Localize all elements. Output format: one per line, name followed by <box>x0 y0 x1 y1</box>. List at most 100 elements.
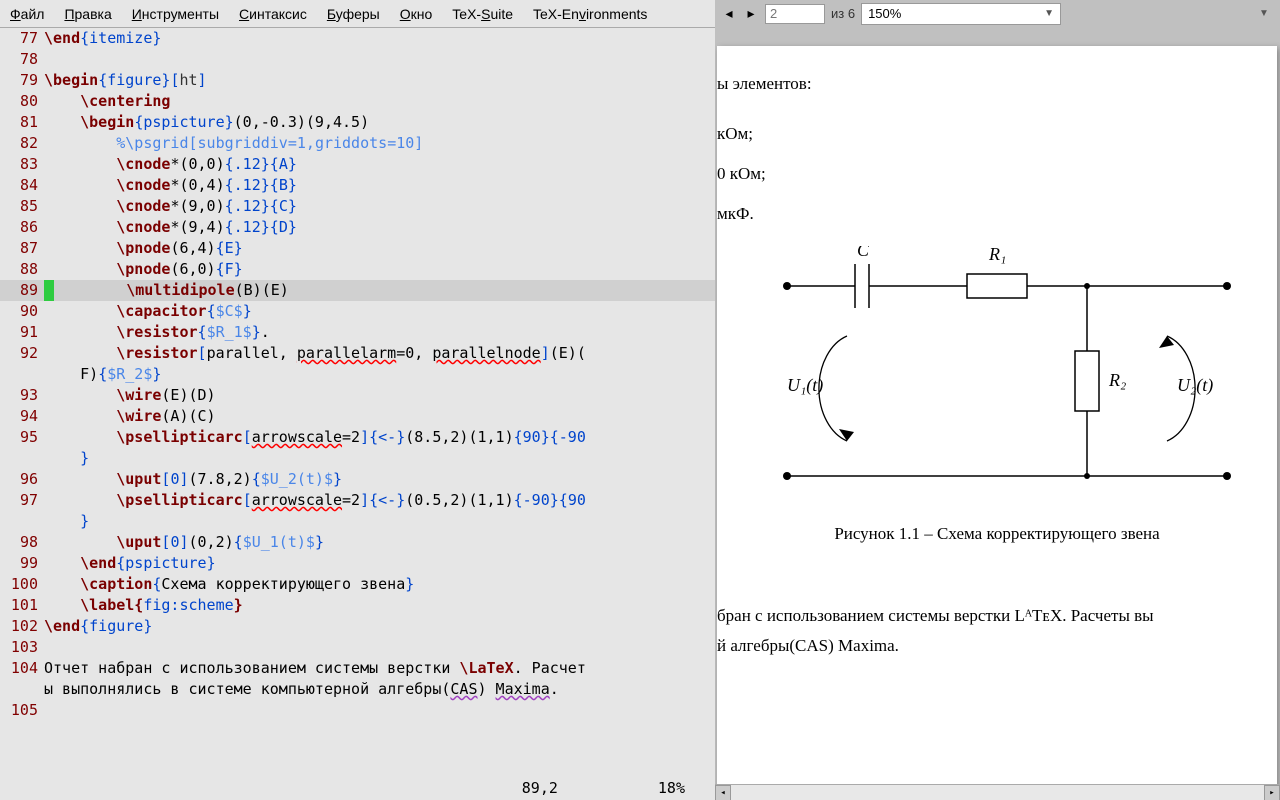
page-number-input[interactable] <box>765 4 825 24</box>
scroll-percent: 18% <box>658 778 685 800</box>
code-line[interactable]: 88 \pnode(6,0){F} <box>0 259 715 280</box>
line-number: 95 <box>0 427 44 448</box>
line-number: 90 <box>0 301 44 322</box>
pdf-toolbar: ◂ ▸ из 6 150% ▼ ▼ <box>715 0 1280 28</box>
code-line[interactable]: 103 <box>0 637 715 658</box>
line-number: 81 <box>0 112 44 133</box>
code-line[interactable]: 105 <box>0 700 715 721</box>
code-line[interactable]: F){$R_2$} <box>0 364 715 385</box>
menu-Инструменты[interactable]: Инструменты <box>122 2 229 26</box>
code-line[interactable]: ы выполнялись в системе компьютерной алг… <box>0 679 715 700</box>
code-line[interactable]: 97 \psellipticarc[arrowscale=2]{<-}(0.5,… <box>0 490 715 511</box>
main-split: 77\end{itemize}7879\begin{figure}[ht]80 … <box>0 28 1280 800</box>
line-number: 91 <box>0 322 44 343</box>
body-text: бран с использованием системы верстки Lᴬ… <box>717 606 1154 626</box>
vim-statusbar: 89,2 18% <box>0 778 715 800</box>
code-line[interactable]: 78 <box>0 49 715 70</box>
line-number: 96 <box>0 469 44 490</box>
line-number: 88 <box>0 259 44 280</box>
text-fragment: мкФ. <box>717 204 754 224</box>
code-line[interactable]: 101 \label{fig:scheme} <box>0 595 715 616</box>
code-line[interactable]: 93 \wire(E)(D) <box>0 385 715 406</box>
page-total-label: из 6 <box>831 6 855 21</box>
editor-menus: ФайлПравкаИнструментыСинтаксисБуферыОкно… <box>0 2 715 26</box>
line-number: 105 <box>0 700 44 721</box>
menu-Файл[interactable]: Файл <box>0 2 54 26</box>
menu-Окно[interactable]: Окно <box>390 2 443 26</box>
line-number: 94 <box>0 406 44 427</box>
zoom-dropdown[interactable]: 150% ▼ <box>861 3 1061 25</box>
zoom-value: 150% <box>868 6 901 21</box>
code-line[interactable]: 102\end{figure} <box>0 616 715 637</box>
code-line[interactable]: 87 \pnode(6,4){E} <box>0 238 715 259</box>
next-page-icon[interactable]: ▸ <box>743 6 759 22</box>
line-number: 99 <box>0 553 44 574</box>
line-number: 82 <box>0 133 44 154</box>
menu-Синтаксис[interactable]: Синтаксис <box>229 2 317 26</box>
scroll-track[interactable] <box>731 785 1264 800</box>
line-number: 102 <box>0 616 44 637</box>
code-line[interactable]: 95 \psellipticarc[arrowscale=2]{<-}(8.5,… <box>0 427 715 448</box>
code-line[interactable]: 89 \multidipole(B)(E) <box>0 280 715 301</box>
line-number: 85 <box>0 196 44 217</box>
code-line[interactable]: 94 \wire(A)(C) <box>0 406 715 427</box>
prev-page-icon[interactable]: ◂ <box>721 6 737 22</box>
code-line[interactable]: 96 \uput[0](7.8,2){$U_2(t)$} <box>0 469 715 490</box>
menu-Буферы[interactable]: Буферы <box>317 2 390 26</box>
toolbar-overflow-dropdown[interactable]: ▼ <box>1254 3 1274 25</box>
code-line[interactable]: 82 %\psgrid[subgriddiv=1,griddots=10] <box>0 133 715 154</box>
svg-text:R₂: R₂ <box>1108 370 1126 390</box>
menubar: ФайлПравкаИнструментыСинтаксисБуферыОкно… <box>0 0 1280 28</box>
menu-Правка[interactable]: Правка <box>54 2 121 26</box>
line-number: 79 <box>0 70 44 91</box>
line-number: 78 <box>0 49 44 70</box>
code-line[interactable]: 81 \begin{pspicture}(0,-0.3)(9,4.5) <box>0 112 715 133</box>
line-number: 83 <box>0 154 44 175</box>
code-line[interactable]: 85 \cnode*(9,0){.12}{C} <box>0 196 715 217</box>
code-line[interactable]: 92 \resistor[parallel, parallelarm=0, pa… <box>0 343 715 364</box>
code-line[interactable]: 99 \end{pspicture} <box>0 553 715 574</box>
chevron-down-icon: ▼ <box>1044 8 1054 19</box>
svg-text:U₁(t): U₁(t) <box>787 375 823 396</box>
code-line[interactable]: } <box>0 448 715 469</box>
line-number <box>0 364 44 385</box>
line-number: 80 <box>0 91 44 112</box>
text-fragment: кОм; <box>717 124 753 144</box>
line-number: 84 <box>0 175 44 196</box>
svg-text:R₁: R₁ <box>988 246 1006 264</box>
line-number: 104 <box>0 658 44 679</box>
code-line[interactable]: 98 \uput[0](0,2){$U_1(t)$} <box>0 532 715 553</box>
code-line[interactable]: 80 \centering <box>0 91 715 112</box>
source-editor[interactable]: 77\end{itemize}7879\begin{figure}[ht]80 … <box>0 28 715 800</box>
code-line[interactable]: 104Отчет набран с использованием системы… <box>0 658 715 679</box>
line-number <box>0 679 44 700</box>
line-number: 98 <box>0 532 44 553</box>
text-fragment: ы элементов: <box>717 74 812 94</box>
scroll-left-icon[interactable]: ◂ <box>715 785 731 800</box>
horizontal-scrollbar[interactable]: ◂ ▸ <box>715 784 1280 800</box>
code-line[interactable]: 100 \caption{Схема корректирующего звена… <box>0 574 715 595</box>
menu-TeX-Environments[interactable]: TeX-Environments <box>523 2 657 26</box>
line-number <box>0 448 44 469</box>
code-line[interactable]: 77\end{itemize} <box>0 28 715 49</box>
code-line[interactable]: 90 \capacitor{$C$} <box>0 301 715 322</box>
line-number: 86 <box>0 217 44 238</box>
scroll-right-icon[interactable]: ▸ <box>1264 785 1280 800</box>
menu-TeX-Suite[interactable]: TeX-Suite <box>442 2 523 26</box>
code-line[interactable]: 83 \cnode*(0,0){.12}{A} <box>0 154 715 175</box>
body-text: й алгебры(CAS) Maxima. <box>717 636 899 656</box>
code-line[interactable]: 79\begin{figure}[ht] <box>0 70 715 91</box>
line-number: 100 <box>0 574 44 595</box>
line-number: 93 <box>0 385 44 406</box>
pdf-preview[interactable]: ы элементов: кОм; 0 кОм; мкФ. <box>715 28 1280 800</box>
code-line[interactable]: 91 \resistor{$R_1$}. <box>0 322 715 343</box>
circuit-diagram: C R₁ R₂ U₁(t) U₂(t) <box>757 246 1257 506</box>
code-line[interactable]: } <box>0 511 715 532</box>
line-number: 87 <box>0 238 44 259</box>
code-line[interactable]: 84 \cnode*(0,4){.12}{B} <box>0 175 715 196</box>
svg-text:C: C <box>857 246 870 260</box>
pdf-page: ы элементов: кОм; 0 кОм; мкФ. <box>717 46 1277 800</box>
line-number <box>0 511 44 532</box>
line-number: 101 <box>0 595 44 616</box>
code-line[interactable]: 86 \cnode*(9,4){.12}{D} <box>0 217 715 238</box>
